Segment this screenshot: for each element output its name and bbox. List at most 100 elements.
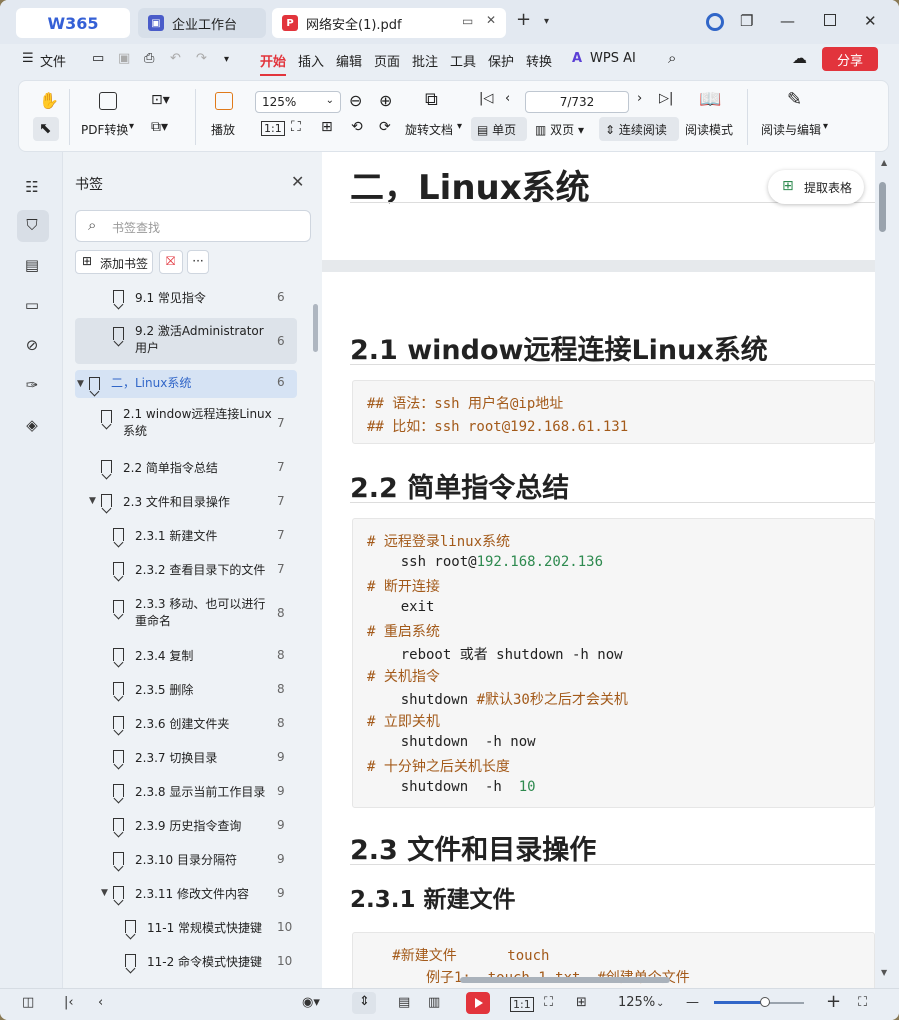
prev-page-icon[interactable]: ‹: [505, 91, 510, 106]
double-page-status-icon[interactable]: ▥: [428, 995, 440, 1010]
outline-icon[interactable]: ☷: [22, 178, 42, 198]
last-page-icon[interactable]: ▷|: [659, 91, 673, 106]
menu-file[interactable]: 文件: [40, 51, 66, 70]
first-page-icon[interactable]: |◁: [479, 91, 493, 106]
bookmark-item[interactable]: 2.3.3 移动、也可以进行重命名 8: [75, 594, 297, 634]
panel-scrollbar[interactable]: [313, 304, 318, 352]
monitor-icon[interactable]: ▭: [462, 14, 473, 28]
open-folder-icon[interactable]: ▭: [92, 51, 104, 66]
scroll-down-icon[interactable]: ▼: [881, 968, 887, 977]
copy-convert-icon[interactable]: ⧉▾: [151, 119, 168, 135]
panel-close-icon[interactable]: ✕: [291, 172, 304, 191]
attachment-icon[interactable]: ⊘: [22, 336, 42, 356]
read-edit-arrow-icon[interactable]: ▾: [823, 121, 828, 132]
redo-icon[interactable]: ↷: [196, 51, 207, 66]
quick-more-icon[interactable]: ▾: [224, 54, 229, 65]
vertical-scroll-thumb[interactable]: [879, 182, 886, 232]
menu-insert[interactable]: 插入: [298, 51, 324, 70]
assistant-icon[interactable]: [706, 13, 724, 31]
tab-w365[interactable]: W365: [16, 8, 130, 38]
read-mode-icon[interactable]: 📖: [699, 89, 721, 110]
eye-icon[interactable]: ◉▾: [302, 995, 320, 1010]
expand-caret-icon[interactable]: ▼: [101, 888, 108, 898]
fit-page-status-icon[interactable]: ⛶: [544, 995, 553, 1010]
rotate-left-icon[interactable]: ⟲: [351, 119, 363, 135]
minimize-icon[interactable]: —: [780, 12, 795, 30]
search-icon[interactable]: ⌕: [668, 49, 676, 67]
menu-page[interactable]: 页面: [374, 51, 400, 70]
bookmark-item[interactable]: 11-1 常规模式快捷键 10: [75, 918, 297, 940]
actual-size-status-icon[interactable]: 1:1: [510, 997, 534, 1012]
more-options-button[interactable]: ···: [187, 250, 209, 274]
zoom-select[interactable]: 125% ⌄: [255, 91, 341, 113]
vertical-scrollbar[interactable]: [875, 152, 899, 988]
share-button[interactable]: 分享: [822, 47, 878, 71]
zoom-in-icon[interactable]: ⊕: [379, 91, 392, 110]
actual-size-icon[interactable]: 1:1: [261, 121, 285, 136]
print-icon[interactable]: ⎙: [144, 51, 154, 66]
add-bookmark-button[interactable]: ⊞ 添加书签: [75, 250, 153, 274]
menu-edit[interactable]: 编辑: [336, 51, 362, 70]
read-edit-icon[interactable]: ✎: [787, 89, 802, 110]
status-zoom-value[interactable]: 125%: [618, 995, 655, 1010]
bookmark-rail-icon[interactable]: ⛉: [22, 216, 42, 236]
bookmark-item[interactable]: 2.1 window远程连接Linux系统 7: [75, 404, 297, 444]
save-icon[interactable]: ▣: [118, 51, 130, 66]
hamburger-icon[interactable]: ☰: [22, 51, 34, 66]
single-page-status-icon[interactable]: ▤: [398, 995, 410, 1010]
close-window-icon[interactable]: ✕: [864, 12, 877, 30]
horizontal-scroll-thumb[interactable]: [460, 977, 670, 983]
pdf-to-word-icon[interactable]: [99, 92, 117, 110]
fit-width-icon[interactable]: ⊞: [321, 119, 333, 135]
bookmark-item[interactable]: ▼ 2.3.11 修改文件内容 9: [75, 884, 297, 906]
document-view[interactable]: 二，Linux系统 ⊞ 提取表格 2.1 window远程连接Linux系统 #…: [322, 152, 875, 988]
bookmark-item[interactable]: 2.2 简单指令总结 7: [75, 458, 297, 480]
rotate-right-icon[interactable]: ⟳: [379, 119, 391, 135]
status-zoom-out[interactable]: —: [686, 995, 699, 1010]
cloud-upload-icon[interactable]: ☁: [792, 49, 807, 67]
undo-icon[interactable]: ↶: [170, 51, 181, 66]
menu-annotate[interactable]: 批注: [412, 51, 438, 70]
bookmark-search-input[interactable]: ⌕ 书签查找: [75, 210, 311, 242]
play-status-button[interactable]: [466, 992, 490, 1014]
menu-convert[interactable]: 转换: [526, 51, 552, 70]
bookmark-item[interactable]: 2.3.8 显示当前工作目录 9: [75, 782, 297, 804]
tab-pdf[interactable]: P 网络安全(1).pdf ▭ ✕: [272, 8, 506, 38]
pdf-convert-arrow-icon[interactable]: ▾: [129, 121, 134, 132]
bookmark-item[interactable]: 2.3.7 切换目录 9: [75, 748, 297, 770]
bookmark-item[interactable]: ▼ 2.3 文件和目录操作 7: [75, 492, 297, 514]
prev-page-status-icon[interactable]: ‹: [98, 995, 103, 1010]
tab-close-icon[interactable]: ✕: [486, 13, 496, 27]
bookmark-item[interactable]: 2.3.9 历史指令查询 9: [75, 816, 297, 838]
pdf-convert-button[interactable]: PDF转换: [81, 121, 128, 138]
scroll-up-icon[interactable]: ▲: [881, 158, 887, 167]
new-tab-button[interactable]: +: [516, 9, 531, 30]
bookmark-item[interactable]: 2.3.2 查看目录下的文件 7: [75, 560, 297, 582]
rotate-document-button[interactable]: 旋转文档: [405, 121, 453, 138]
layers-icon[interactable]: ◈: [22, 416, 42, 436]
menu-wps-ai[interactable]: WPS AI: [590, 51, 636, 66]
zoom-out-icon[interactable]: ⊖: [349, 91, 362, 110]
bookmark-item[interactable]: 11-2 命令模式快捷键 10: [75, 952, 297, 974]
thumbnail-icon[interactable]: ▤: [22, 256, 42, 276]
expand-caret-icon[interactable]: ▼: [89, 496, 96, 506]
signature-icon[interactable]: ✑: [22, 376, 42, 396]
hand-tool-icon[interactable]: ✋: [39, 91, 59, 110]
image-convert-icon[interactable]: ⊡▾: [151, 92, 170, 108]
continuous-read-button[interactable]: ⇕ 连续阅读: [605, 121, 667, 138]
delete-bookmark-button[interactable]: ⛝: [159, 250, 183, 274]
single-page-button[interactable]: ▤ 单页: [477, 121, 516, 138]
bookmark-item[interactable]: 2.3.10 目录分隔符 9: [75, 850, 297, 872]
read-mode-button[interactable]: 阅读模式: [685, 121, 733, 138]
bookmark-item[interactable]: 2.3.6 创建文件夹 8: [75, 714, 297, 736]
toggle-sidebar-icon[interactable]: ◫: [22, 995, 34, 1010]
menu-protect[interactable]: 保护: [488, 51, 514, 70]
menu-tools[interactable]: 工具: [450, 51, 476, 70]
next-page-icon[interactable]: ›: [637, 91, 642, 106]
extract-table-button[interactable]: ⊞ 提取表格: [768, 170, 864, 204]
fit-page-icon[interactable]: ⛶: [291, 119, 301, 135]
fullscreen-icon[interactable]: ⛶: [858, 995, 867, 1010]
expand-caret-icon[interactable]: ▼: [77, 379, 84, 389]
first-page-status-icon[interactable]: |‹: [64, 995, 74, 1010]
select-tool-icon[interactable]: ⬉: [39, 119, 52, 137]
